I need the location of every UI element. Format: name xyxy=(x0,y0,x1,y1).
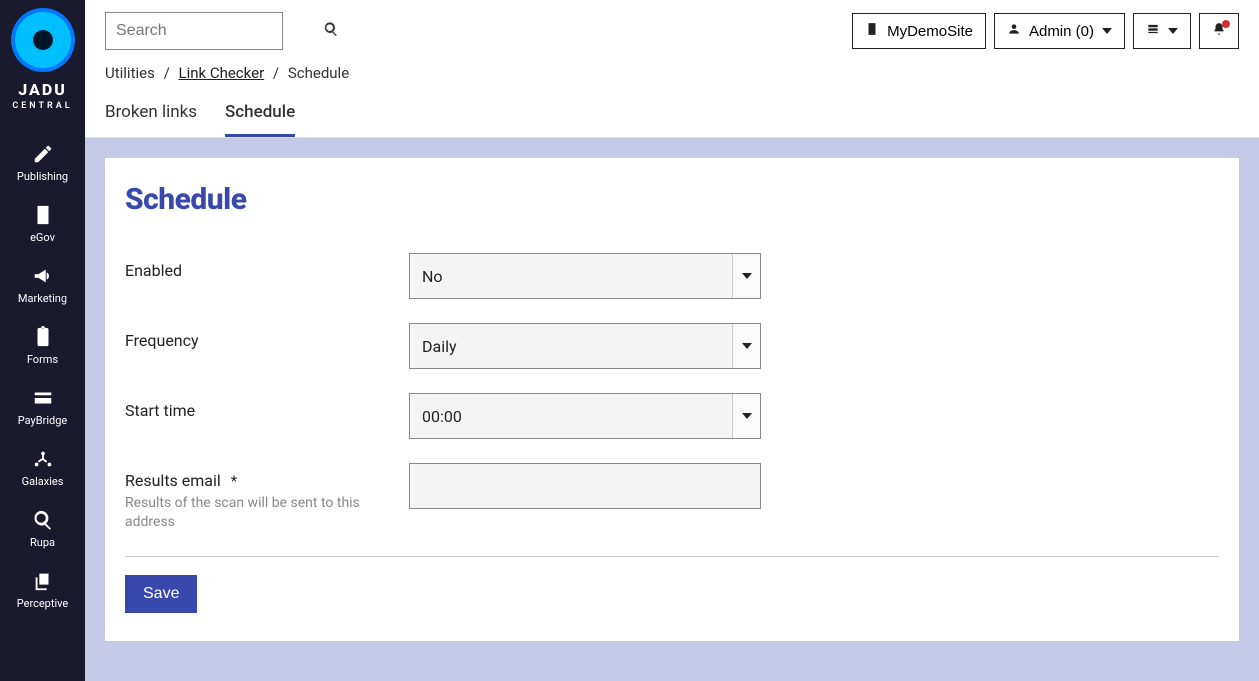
tab-broken-links[interactable]: Broken links xyxy=(105,102,197,137)
save-button[interactable]: Save xyxy=(125,575,197,613)
chevron-down-icon xyxy=(732,394,760,438)
user-icon xyxy=(1007,22,1021,40)
sidebar-item-publishing[interactable]: Publishing xyxy=(0,131,85,192)
sidebar-item-label: Rupa xyxy=(30,537,55,548)
breadcrumb-separator: / xyxy=(159,64,175,82)
copy-icon xyxy=(32,570,54,592)
chevron-down-icon xyxy=(732,254,760,298)
site-switcher-button[interactable]: MyDemoSite xyxy=(852,13,986,49)
storage-menu-button[interactable] xyxy=(1133,13,1191,49)
sidebar-item-label: Galaxies xyxy=(22,476,64,487)
brand-subtitle: CENTRAL xyxy=(12,101,72,111)
sidebar-item-label: Marketing xyxy=(18,293,67,304)
field-enabled: Enabled No xyxy=(125,253,1219,299)
breadcrumb-current: Schedule xyxy=(288,64,349,82)
sidebar-item-label: PayBridge xyxy=(18,415,67,426)
input-results-email-wrap xyxy=(409,463,761,509)
select-frequency-value: Daily xyxy=(410,337,732,356)
top-actions: MyDemoSite Admin (0) xyxy=(852,13,1239,49)
sidebar-item-egov[interactable]: eGov xyxy=(0,192,85,253)
select-enabled[interactable]: No xyxy=(409,253,761,299)
label-enabled: Enabled xyxy=(125,261,389,280)
brand-logo[interactable]: JADU CENTRAL xyxy=(7,8,79,121)
card-icon xyxy=(32,387,54,409)
tabs: Broken links Schedule xyxy=(85,88,1259,137)
field-start-time: Start time 00:00 xyxy=(125,393,1219,439)
content-area: Schedule Enabled No Frequency xyxy=(85,138,1259,681)
notification-dot xyxy=(1222,20,1230,28)
notifications-button[interactable] xyxy=(1199,13,1239,49)
top-chrome: MyDemoSite Admin (0) xyxy=(85,0,1259,138)
search-box[interactable] xyxy=(105,12,283,50)
form-divider xyxy=(125,556,1219,557)
select-start-time-value: 00:00 xyxy=(410,407,732,426)
sidebar-item-perceptive[interactable]: Perceptive xyxy=(0,558,85,619)
megaphone-icon xyxy=(32,265,54,287)
stack-icon xyxy=(1146,22,1160,40)
label-results-email: Results email * xyxy=(125,471,389,490)
field-frequency: Frequency Daily xyxy=(125,323,1219,369)
magnify-icon xyxy=(32,509,54,531)
site-switcher-label: MyDemoSite xyxy=(887,23,973,40)
select-start-time[interactable]: 00:00 xyxy=(409,393,761,439)
side-nav: Publishing eGov Marketing Forms PayBridg… xyxy=(0,131,85,619)
select-frequency[interactable]: Daily xyxy=(409,323,761,369)
select-enabled-value: No xyxy=(410,267,732,286)
search-input[interactable] xyxy=(116,22,323,40)
sidebar-item-marketing[interactable]: Marketing xyxy=(0,253,85,314)
main: MyDemoSite Admin (0) xyxy=(85,0,1259,681)
logo-icon xyxy=(11,8,75,72)
chevron-down-icon xyxy=(1102,28,1112,34)
sidebar-item-forms[interactable]: Forms xyxy=(0,314,85,375)
sidebar-item-label: Forms xyxy=(27,354,58,365)
breadcrumb-root: Utilities xyxy=(105,64,155,82)
user-menu-label: Admin (0) xyxy=(1029,23,1094,40)
sidebar-item-label: Publishing xyxy=(17,171,68,182)
hint-results-email: Results of the scan will be sent to this… xyxy=(125,494,365,532)
required-mark: * xyxy=(231,472,237,490)
breadcrumb: Utilities / Link Checker / Schedule xyxy=(85,50,1259,88)
sidebar-item-label: eGov xyxy=(30,232,55,243)
tab-schedule[interactable]: Schedule xyxy=(225,102,295,137)
chevron-down-icon xyxy=(732,324,760,368)
input-results-email[interactable] xyxy=(422,477,748,495)
chevron-down-icon xyxy=(1168,28,1178,34)
breadcrumb-separator: / xyxy=(268,64,284,82)
label-frequency: Frequency xyxy=(125,331,389,350)
field-results-email: Results email * Results of the scan will… xyxy=(125,463,1219,532)
sidebar-item-paybridge[interactable]: PayBridge xyxy=(0,375,85,436)
search-icon xyxy=(323,21,339,41)
site-icon xyxy=(865,22,879,40)
nodes-icon xyxy=(32,448,54,470)
schedule-card: Schedule Enabled No Frequency xyxy=(105,158,1239,641)
pencil-icon xyxy=(32,143,54,165)
sidebar: JADU CENTRAL Publishing eGov Marketing F… xyxy=(0,0,85,681)
label-results-email-text: Results email xyxy=(125,471,221,490)
brand-name: JADU xyxy=(18,80,67,99)
breadcrumb-link[interactable]: Link Checker xyxy=(179,64,265,82)
building-icon xyxy=(32,204,54,226)
page-title: Schedule xyxy=(125,182,1219,217)
sidebar-item-label: Perceptive xyxy=(17,598,68,609)
clipboard-icon xyxy=(32,326,54,348)
label-start-time: Start time xyxy=(125,401,389,420)
sidebar-item-galaxies[interactable]: Galaxies xyxy=(0,436,85,497)
sidebar-item-rupa[interactable]: Rupa xyxy=(0,497,85,558)
user-menu-button[interactable]: Admin (0) xyxy=(994,13,1125,49)
